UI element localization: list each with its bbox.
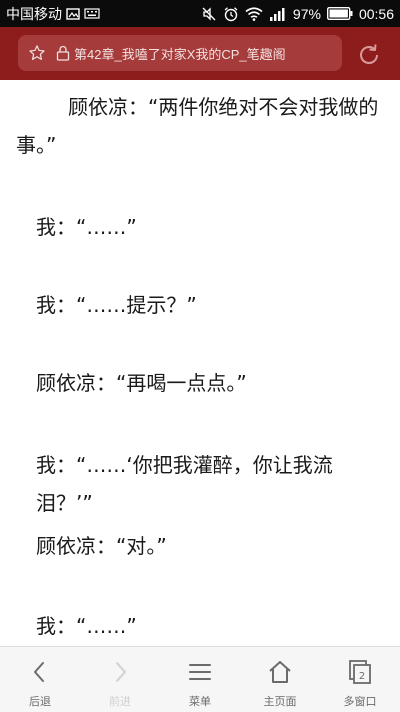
back-arrow-icon [34,662,44,682]
menu-label: 菜单 [189,695,211,708]
mute-icon [201,6,217,22]
page-title-url: 第42章_我嗑了对家X我的CP_笔趣阁 [74,46,286,62]
paragraph: 顾依凉：“再喝一点点。” [36,371,247,395]
signal-icon [269,7,287,21]
menu-icon [189,664,211,680]
bookmark-star-icon[interactable] [18,44,52,62]
back-button[interactable]: 后退 [0,647,80,712]
paragraph: 我：“……” [36,614,137,638]
paragraph: 顾依凉：“对。” [36,534,167,558]
browser-toolbar: 第42章_我嗑了对家X我的CP_笔趣阁 [0,27,400,80]
paragraph: 我：“……提示？” [36,293,197,317]
window-count: 2 [359,671,365,682]
bottom-navigation: 后退 前进 菜单 主页面 2 多窗口 [0,646,400,712]
battery-icon [326,7,353,20]
home-icon [269,661,291,683]
carrier-label: 中国移动 [6,5,62,22]
article-content: 顾依凉：“两件你绝对不会对我做的事。” 我：“……” 我：“……提示？” 顾依凉… [0,80,400,646]
battery-percent: 97% [292,5,321,22]
menu-button[interactable]: 菜单 [160,647,240,712]
windows-icon: 2 [349,660,371,684]
alarm-icon [223,6,239,22]
windows-label: 多窗口 [343,695,377,708]
lock-icon [52,45,74,61]
home-button[interactable]: 主页面 [240,647,320,712]
forward-arrow-icon [116,662,126,682]
status-bar: 中国移动 97% 00:56 [0,0,400,27]
forward-label: 前进 [109,695,131,708]
refresh-icon[interactable] [356,42,382,68]
clock-time: 00:56 [358,5,394,22]
paragraph: 顾依凉：“两件你绝对不会对我做的事。” [16,95,379,157]
windows-button[interactable]: 2 多窗口 [320,647,400,712]
home-label: 主页面 [263,695,297,708]
keyboard-notification-icon [84,8,100,19]
image-notification-icon [66,7,80,20]
forward-button[interactable]: 前进 [80,647,160,712]
back-label: 后退 [29,695,51,708]
address-bar[interactable]: 第42章_我嗑了对家X我的CP_笔趣阁 [18,35,342,71]
paragraph: 我：“……‘你把我灌醉，你让我流泪？’” [36,453,333,515]
paragraph: 我：“……” [36,215,137,239]
wifi-icon [245,6,263,21]
